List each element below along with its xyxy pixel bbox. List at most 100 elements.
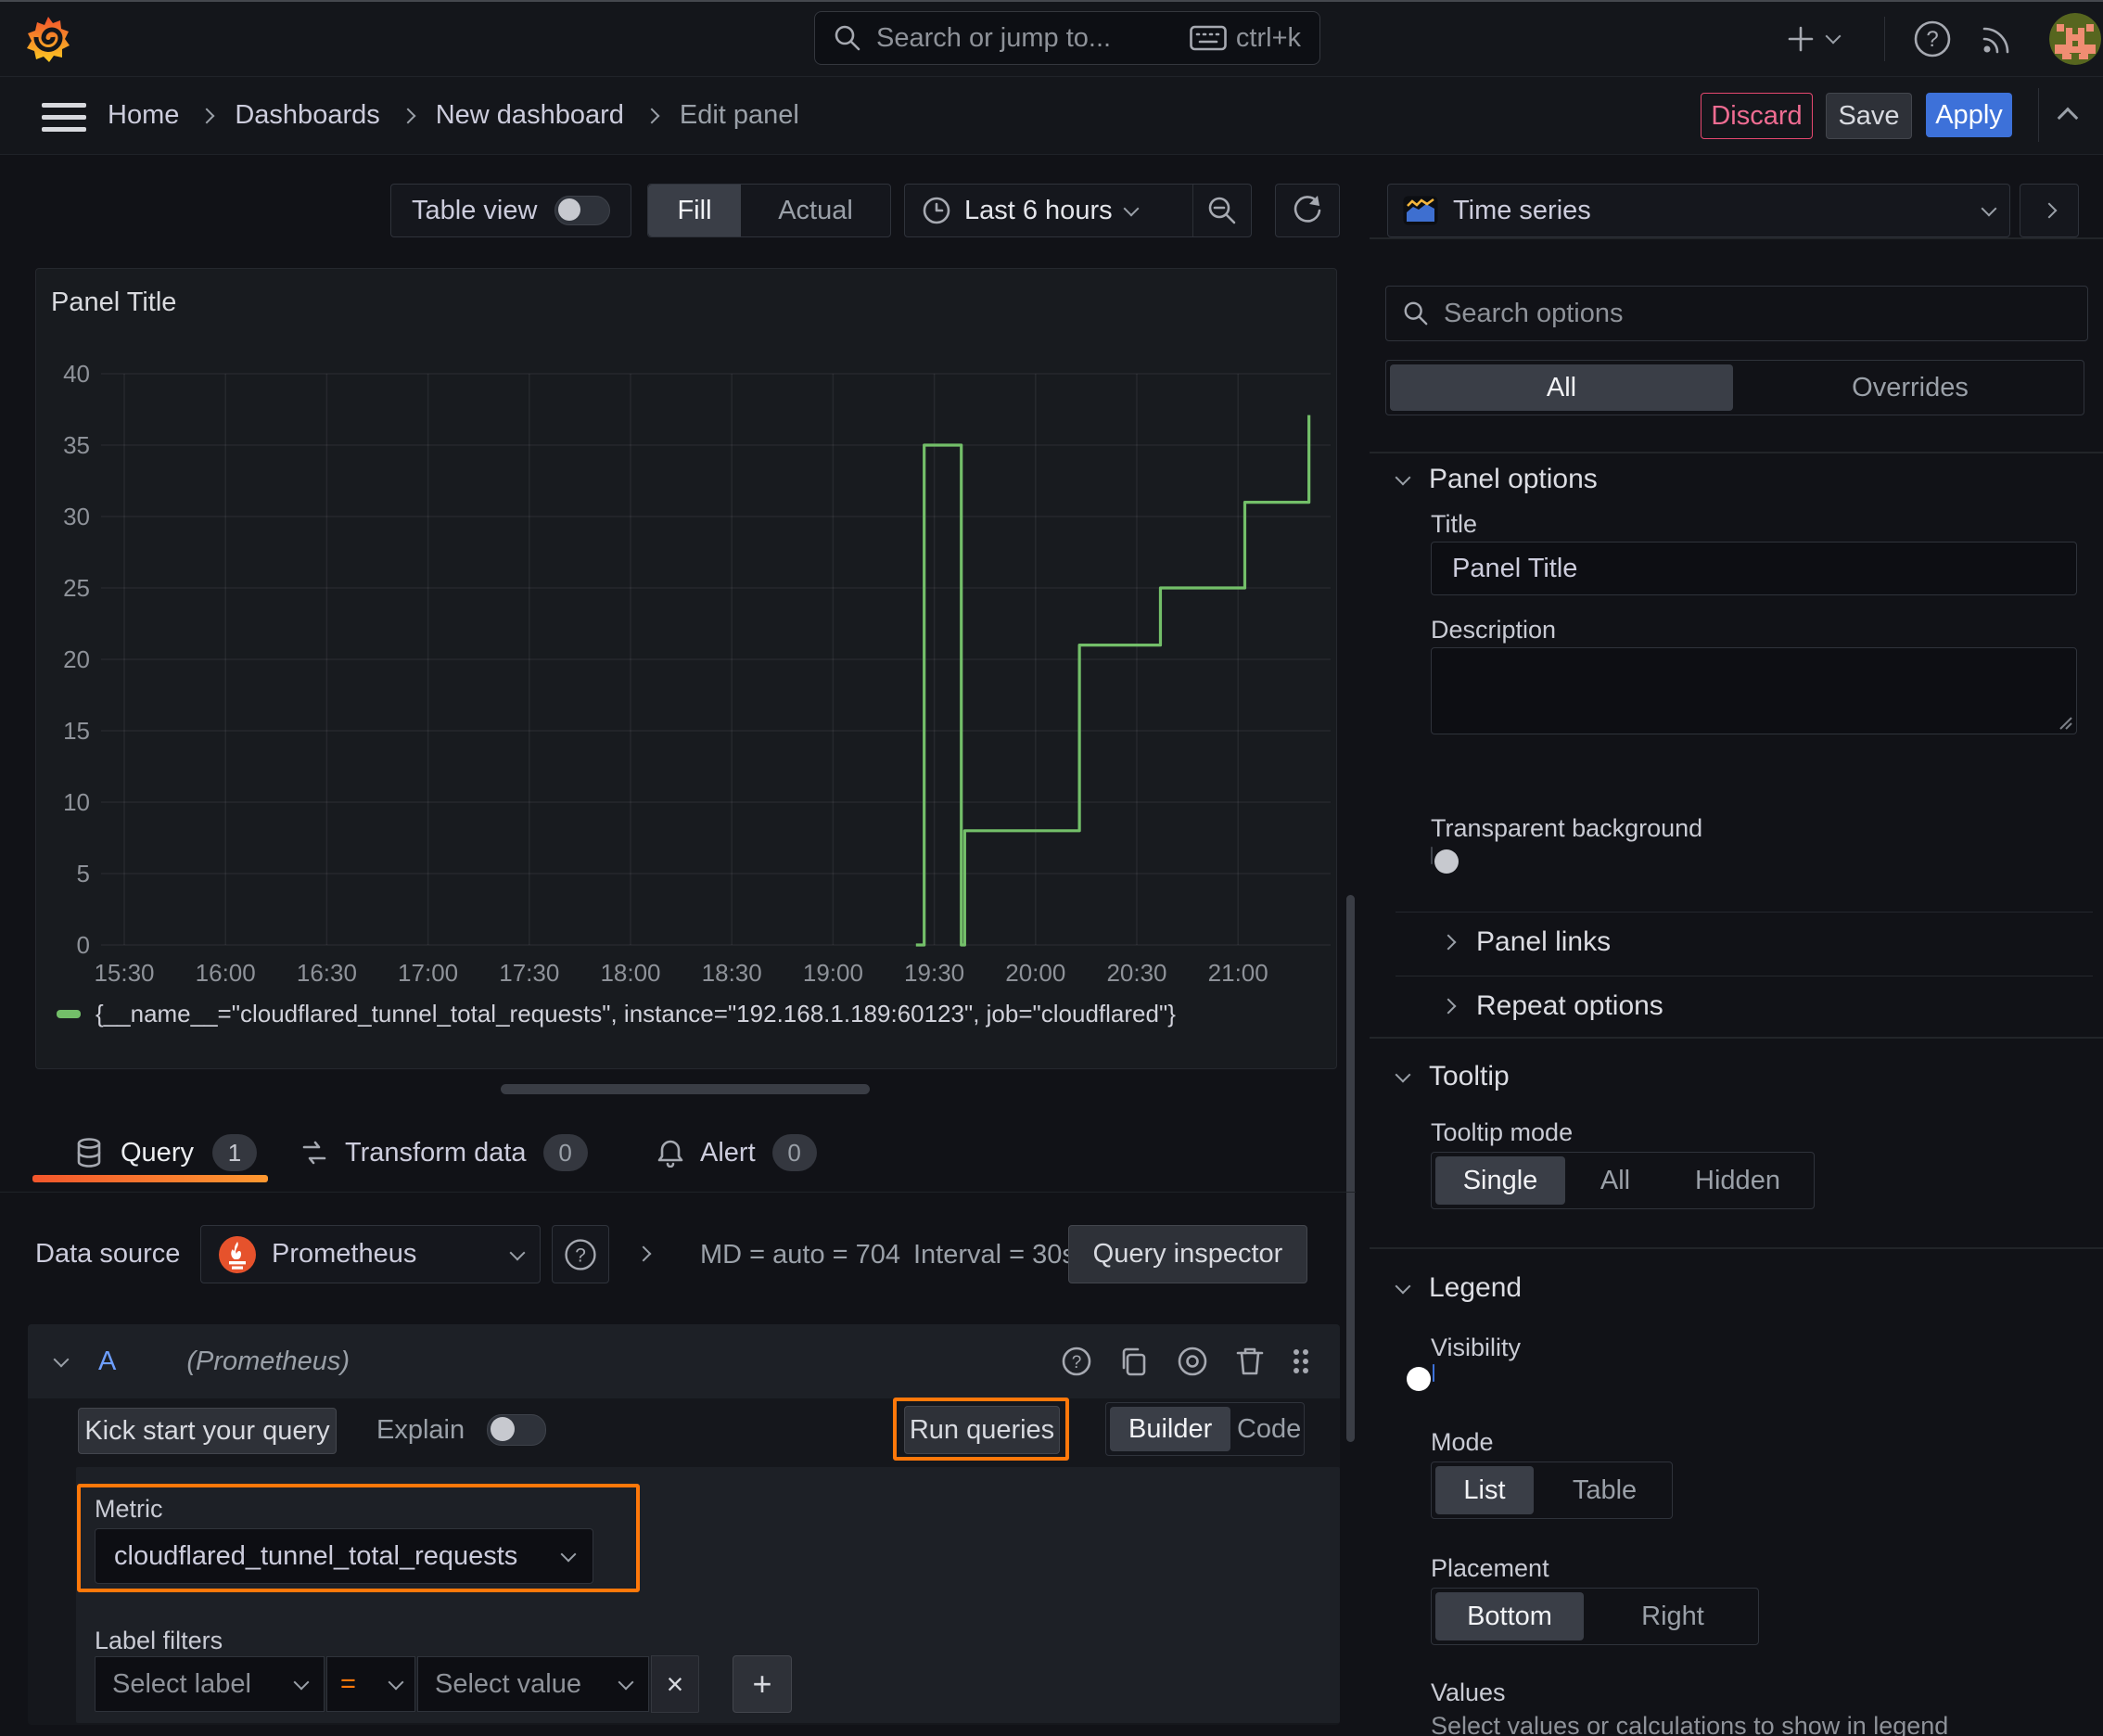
legend-placement-bottom[interactable]: Bottom (1435, 1592, 1584, 1640)
visualization-picker[interactable]: Time series (1387, 184, 2010, 237)
zoom-out-button[interactable] (1193, 185, 1251, 236)
sub-divider (1396, 912, 2093, 913)
svg-text:15: 15 (63, 717, 90, 745)
legend-placement-right[interactable]: Right (1587, 1589, 1758, 1644)
svg-text:19:00: 19:00 (803, 959, 863, 987)
collapse-toolbar-chevron-up-icon[interactable] (2057, 107, 2079, 129)
table-view-toggle[interactable] (554, 196, 610, 225)
search-icon (1404, 301, 1428, 326)
panel-options-section-header[interactable]: Panel options (1395, 464, 1598, 495)
horizontal-scrollbar[interactable] (501, 1084, 870, 1094)
description-textarea[interactable] (1431, 647, 2077, 734)
breadcrumb-edit-panel: Edit panel (679, 100, 799, 130)
chevron-down-icon (560, 1546, 577, 1563)
tooltip-section-header[interactable]: Tooltip (1395, 1061, 1510, 1092)
tab-alert[interactable]: Alert 0 (657, 1134, 817, 1171)
disable-query-eye-icon[interactable] (1175, 1345, 1210, 1378)
resize-handle-icon[interactable] (2058, 715, 2072, 730)
svg-text:20:30: 20:30 (1106, 959, 1166, 987)
tab-all[interactable]: All (1390, 364, 1733, 411)
search-options-box[interactable]: Search options (1385, 286, 2088, 341)
actual-option[interactable]: Actual (741, 185, 890, 236)
panel-links-collapsed[interactable]: Panel links (1440, 926, 1611, 958)
legend-values-hint: Select values or calculations to show in… (1431, 1712, 1949, 1736)
fill-option[interactable]: Fill (648, 185, 741, 236)
add-filter-button[interactable]: + (733, 1655, 792, 1713)
breadcrumb-new-dashboard[interactable]: New dashboard (436, 100, 624, 131)
collapse-pane-button[interactable] (2020, 184, 2079, 237)
expand-row-chevron-icon[interactable] (635, 1245, 652, 1262)
legend-visibility-toggle[interactable] (1407, 1364, 1434, 1391)
breadcrumb-home[interactable]: Home (108, 100, 179, 131)
help-button[interactable]: ? (1912, 19, 1953, 59)
tooltip-mode-all[interactable]: All (1569, 1153, 1662, 1208)
panel-options-title: Panel options (1429, 464, 1598, 494)
toggle-knob (491, 1417, 516, 1441)
collapse-query-chevron-icon[interactable] (53, 1351, 70, 1368)
breadcrumb-dashboards[interactable]: Dashboards (235, 100, 379, 131)
tab-overrides[interactable]: Overrides (1737, 361, 2084, 415)
global-search-box[interactable]: Search or jump to... ctrl+k (814, 11, 1320, 65)
legend-series-label: {__name__="cloudflared_tunnel_total_requ… (96, 1000, 1176, 1028)
database-icon (77, 1138, 101, 1168)
datasource-name: Prometheus (272, 1239, 417, 1269)
tab-transform[interactable]: Transform data 0 (300, 1134, 588, 1171)
delete-query-trash-icon[interactable] (1234, 1345, 1266, 1378)
grafana-logo-icon[interactable] (26, 15, 70, 63)
tooltip-mode-single[interactable]: Single (1435, 1156, 1565, 1205)
chevron-right-icon (198, 108, 215, 123)
clock-icon (923, 197, 950, 224)
panel-title-input[interactable] (1431, 542, 2077, 595)
transparent-background-toggle[interactable] (1431, 847, 1459, 874)
plus-icon (1788, 26, 1814, 52)
query-row-header[interactable]: A (Prometheus) ? (28, 1324, 1340, 1398)
duplicate-query-icon[interactable] (1117, 1345, 1151, 1378)
run-queries-button[interactable]: Run queries (904, 1406, 1060, 1454)
time-range-picker[interactable]: Last 6 hours (905, 185, 1192, 236)
tooltip-mode-hidden[interactable]: Hidden (1662, 1153, 1814, 1208)
pane-divider (1370, 452, 2103, 453)
news-rss-button[interactable] (1977, 19, 2018, 59)
datasource-help-button[interactable]: ? (552, 1225, 609, 1283)
table-view-label: Table view (412, 195, 538, 225)
kickstart-query-button[interactable]: Kick start your query (78, 1408, 337, 1454)
all-overrides-tabs: All Overrides (1385, 360, 2084, 415)
save-button[interactable]: Save (1826, 93, 1912, 139)
explain-toggle[interactable] (487, 1414, 547, 1446)
legend-section-title: Legend (1429, 1272, 1523, 1303)
select-label-dropdown[interactable]: Select label (95, 1656, 325, 1712)
discard-button[interactable]: Discard (1701, 93, 1813, 139)
legend-mode-list[interactable]: List (1435, 1466, 1534, 1514)
metric-select[interactable]: cloudflared_tunnel_total_requests (95, 1528, 593, 1584)
tab-query[interactable]: Query 1 (76, 1134, 257, 1171)
add-menu-button[interactable] (1785, 20, 1842, 57)
chevron-right-icon (2041, 202, 2058, 219)
legend-mode-switch: List Table (1431, 1462, 1673, 1519)
user-avatar[interactable] (2049, 13, 2101, 65)
chevron-right-icon (644, 108, 660, 123)
bell-icon (657, 1140, 683, 1168)
editor-tabs: Query 1 Transform data 0 Alert 0 (0, 1127, 1356, 1193)
chart-legend[interactable]: {__name__="cloudflared_tunnel_total_requ… (57, 1000, 1176, 1028)
query-inspector-button[interactable]: Query inspector (1068, 1225, 1307, 1283)
apply-button[interactable]: Apply (1926, 93, 2012, 137)
operator-dropdown[interactable]: = (326, 1656, 415, 1712)
select-value-dropdown[interactable]: Select value (417, 1656, 649, 1712)
explain-control: Explain (376, 1408, 547, 1452)
time-series-chart[interactable]: 0 5 10 15 20 25 30 35 40 15:30 16:00 16:30 17:00 17:3… (36, 269, 1336, 1002)
legend-section-header[interactable]: Legend (1395, 1272, 1523, 1304)
menu-toggle-button[interactable] (42, 103, 86, 132)
transparent-background-label: Transparent background (1431, 814, 1703, 842)
repeat-options-collapsed[interactable]: Repeat options (1440, 990, 1663, 1022)
code-option[interactable]: Code (1234, 1403, 1304, 1455)
drag-handle-icon[interactable] (1290, 1345, 1312, 1378)
breadcrumb: Home Dashboards New dashboard Edit panel (108, 77, 799, 154)
legend-mode-table[interactable]: Table (1537, 1462, 1672, 1518)
datasource-picker[interactable]: Prometheus (200, 1225, 541, 1283)
remove-filter-button[interactable]: × (651, 1655, 699, 1713)
fill-actual-switch: Fill Actual (647, 184, 891, 237)
refresh-button[interactable] (1275, 184, 1340, 237)
builder-option[interactable]: Builder (1110, 1407, 1231, 1451)
chevron-down-icon (509, 1245, 526, 1260)
query-help-icon[interactable]: ? (1060, 1345, 1093, 1378)
